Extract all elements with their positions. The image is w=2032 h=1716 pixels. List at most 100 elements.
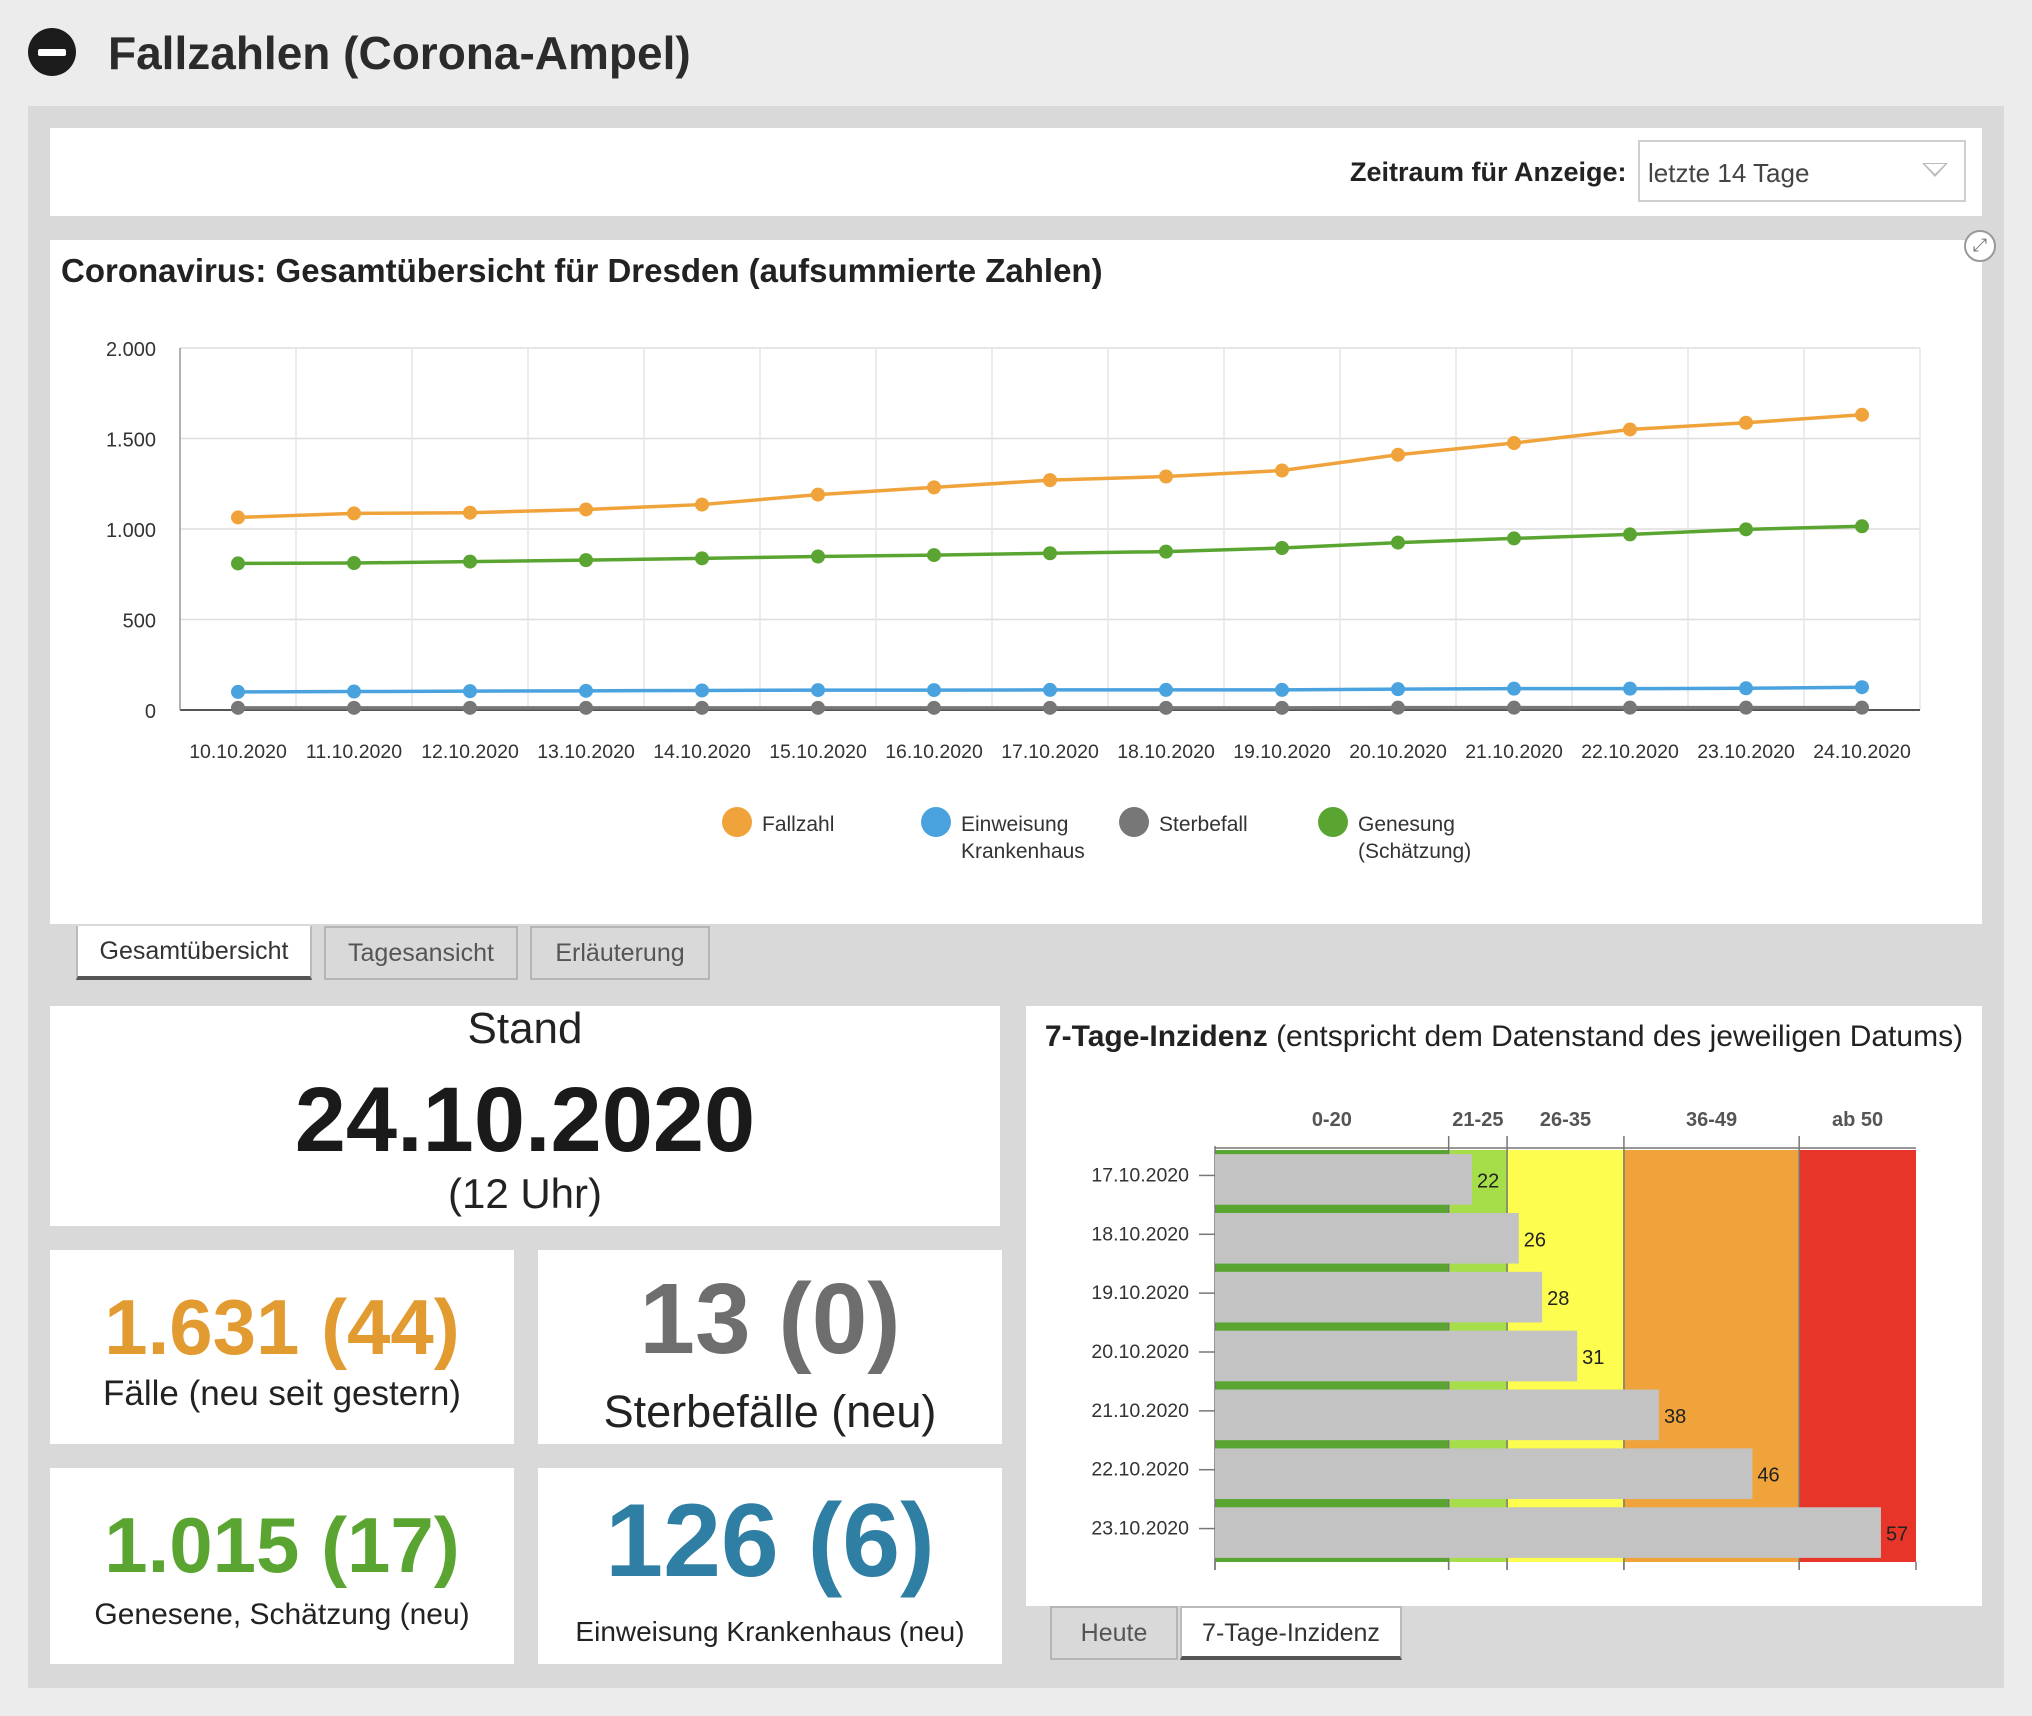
data-point xyxy=(695,551,709,566)
data-point xyxy=(695,683,709,698)
data-point xyxy=(1855,407,1869,422)
chevron-down-icon[interactable] xyxy=(1922,163,1948,177)
data-point xyxy=(463,700,477,715)
stand-time: (12 Uhr) xyxy=(447,1170,603,1217)
legend-marker xyxy=(722,807,752,837)
data-point xyxy=(463,684,477,699)
stand-date: 24.10.2020 xyxy=(294,1069,756,1171)
x-tick-label: 19.10.2020 xyxy=(1233,741,1331,763)
einweisung-value: 126 (6) xyxy=(605,1483,935,1599)
data-point xyxy=(1623,681,1637,696)
period-label: Zeitraum für Anzeige: xyxy=(1350,157,1627,187)
expand-icon[interactable]: ⤢ xyxy=(1964,230,1996,262)
bar-value-label: 31 xyxy=(1582,1347,1604,1369)
data-point xyxy=(695,497,709,512)
tab-7-tage-inzidenz[interactable]: 7-Tage-Inzidenz xyxy=(1180,1606,1402,1660)
incidence-band xyxy=(1623,1150,1800,1562)
data-point xyxy=(811,487,825,502)
data-point xyxy=(463,554,477,569)
chart-title: Coronavirus: Gesamtübersicht für Dresden… xyxy=(61,252,1103,289)
legend-marker xyxy=(1119,807,1149,837)
faelle-label: Fälle (neu seit gestern) xyxy=(103,1374,461,1413)
data-point xyxy=(1159,544,1173,559)
data-point xyxy=(1275,700,1289,715)
data-point xyxy=(1739,681,1753,696)
data-point xyxy=(231,510,245,525)
bar-value-label: 22 xyxy=(1477,1170,1499,1192)
y-tick-label: 17.10.2020 xyxy=(1091,1164,1189,1186)
y-tick-label: 0 xyxy=(145,701,156,723)
data-point xyxy=(1507,436,1521,451)
data-point xyxy=(1391,700,1405,715)
incidence-bar xyxy=(1215,1154,1473,1205)
x-tick-label: 24.10.2020 xyxy=(1813,741,1911,763)
data-point xyxy=(1275,541,1289,556)
line-chart: 2.000 1.500 1.000 500 0 10.10.2020 11.10.2020 1… xyxy=(106,339,1921,863)
legend-label: Fallzahl xyxy=(762,813,834,836)
band-label: 21-25 xyxy=(1452,1109,1503,1131)
x-tick-label: 17.10.2020 xyxy=(1001,741,1099,763)
x-tick-label: 10.10.2020 xyxy=(189,741,287,763)
y-tick-label: 500 xyxy=(123,611,156,633)
faelle-value: 1.631 (44) xyxy=(104,1283,460,1371)
page-title: Fallzahlen (Corona-Ampel) xyxy=(108,27,691,79)
data-point xyxy=(579,683,593,698)
data-point xyxy=(1043,473,1057,488)
x-tick-label: 12.10.2020 xyxy=(421,741,519,763)
stand-label: Stand xyxy=(467,1004,583,1053)
period-select-value[interactable]: letzte 14 Tage xyxy=(1648,158,1809,189)
data-point xyxy=(579,553,593,568)
tab-gesamtuebersicht[interactable]: Gesamtübersicht xyxy=(76,926,312,980)
data-point xyxy=(927,700,941,715)
data-point xyxy=(1391,535,1405,550)
collapse-icon[interactable] xyxy=(28,28,76,76)
data-point xyxy=(1855,519,1869,534)
incidence-bar xyxy=(1215,1448,1753,1500)
incidence-title-main: 7-Tage-Inzidenz xyxy=(1044,1020,1268,1053)
bar-value-label: 26 xyxy=(1524,1229,1546,1251)
x-tick-label: 21.10.2020 xyxy=(1465,741,1563,763)
data-point xyxy=(1043,546,1057,561)
data-point xyxy=(1739,522,1753,537)
data-point xyxy=(231,700,245,715)
legend-label: Krankenhaus xyxy=(961,840,1085,863)
incidence-band xyxy=(1799,1150,1916,1562)
data-point xyxy=(1739,700,1753,715)
y-tick-label: 18.10.2020 xyxy=(1091,1223,1189,1245)
y-tick-label: 21.10.2020 xyxy=(1091,1400,1189,1422)
data-point xyxy=(347,684,361,699)
genesene-value: 1.015 (17) xyxy=(104,1501,460,1589)
x-tick-label: 14.10.2020 xyxy=(653,741,751,763)
data-point xyxy=(695,700,709,715)
data-point xyxy=(1275,682,1289,697)
y-tick-label: 19.10.2020 xyxy=(1091,1282,1189,1304)
sterbefaelle-label: Sterbefälle (neu) xyxy=(603,1386,937,1437)
incidence-bar xyxy=(1215,1271,1543,1323)
bar-value-label: 57 xyxy=(1886,1524,1908,1546)
x-tick-label: 22.10.2020 xyxy=(1581,741,1679,763)
incidence-bar xyxy=(1215,1330,1578,1382)
bar-value-label: 28 xyxy=(1547,1288,1569,1310)
y-tick-label: 23.10.2020 xyxy=(1091,1518,1189,1540)
band-label: 0-20 xyxy=(1312,1109,1352,1131)
data-point xyxy=(463,505,477,520)
tab-erlaeuterung[interactable]: Erläuterung xyxy=(530,926,710,980)
tab-heute[interactable]: Heute xyxy=(1050,1606,1178,1660)
data-point xyxy=(1159,469,1173,484)
y-tick-label: 22.10.2020 xyxy=(1091,1459,1189,1481)
legend-label: (Schätzung) xyxy=(1358,840,1471,863)
data-point xyxy=(1623,527,1637,542)
x-tick-label: 18.10.2020 xyxy=(1117,741,1215,763)
incidence-title: 7-Tage-Inzidenz (entspricht dem Datensta… xyxy=(1040,1016,1968,1058)
incidence-bar xyxy=(1215,1389,1659,1441)
tab-tagesansicht[interactable]: Tagesansicht xyxy=(324,926,518,980)
band-label: 26-35 xyxy=(1540,1109,1591,1131)
data-point xyxy=(1739,415,1753,430)
x-tick-label: 20.10.2020 xyxy=(1349,741,1447,763)
data-point xyxy=(811,700,825,715)
legend-label: Genesung xyxy=(1358,813,1455,836)
y-tick-label: 2.000 xyxy=(106,339,156,361)
incidence-bar xyxy=(1215,1212,1519,1264)
x-tick-label: 15.10.2020 xyxy=(769,741,867,763)
einweisung-label: Einweisung Krankenhaus (neu) xyxy=(575,1616,965,1647)
